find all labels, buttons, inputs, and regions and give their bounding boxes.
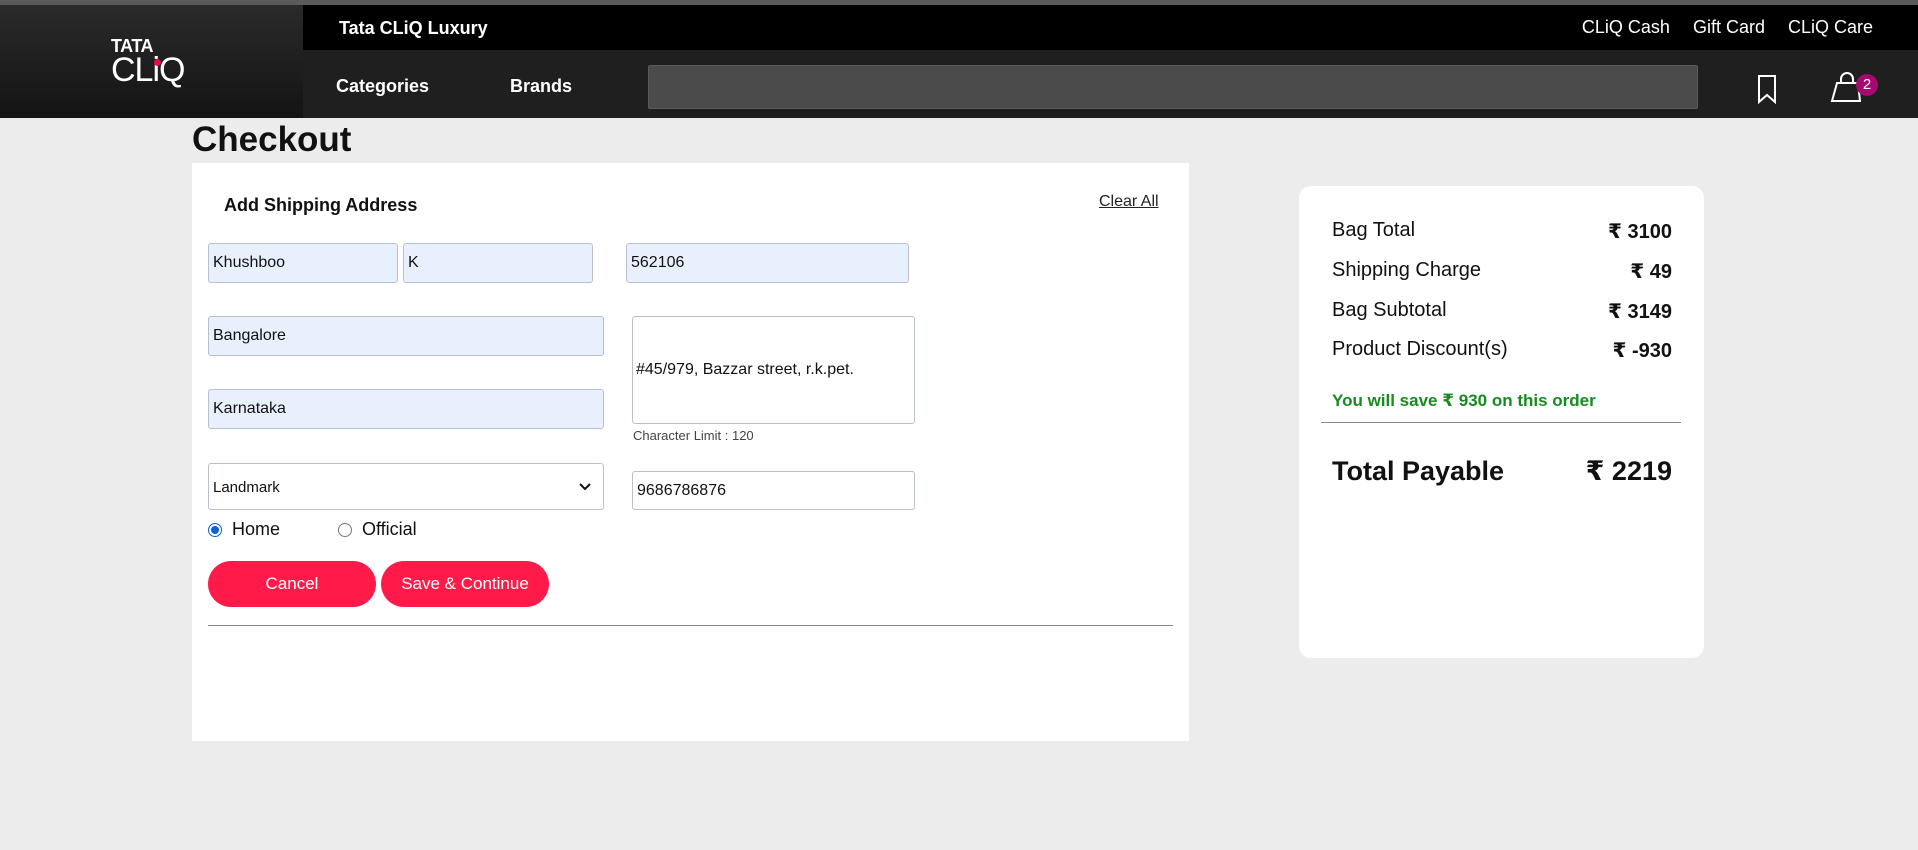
cancel-button[interactable]: Cancel [208, 561, 376, 607]
last-name-input[interactable] [403, 243, 593, 283]
address-type-official[interactable]: Official [338, 519, 417, 540]
summary-row-shipping: Shipping Charge ₹ 49 [1332, 259, 1672, 284]
home-label: Home [232, 519, 281, 539]
savings-message: You will save ₹ 930 on this order [1332, 391, 1596, 410]
total-payable-row: Total Payable ₹ 2219 [1332, 456, 1672, 487]
total-value: ₹ 2219 [1585, 456, 1672, 486]
gift-card-link[interactable]: Gift Card [1693, 17, 1765, 38]
form-heading: Add Shipping Address [224, 195, 418, 215]
order-summary: Bag Total ₹ 3100 Shipping Charge ₹ 49 Ba… [1299, 186, 1704, 658]
luxury-link[interactable]: Tata CLiQ Luxury [339, 18, 488, 39]
search-input[interactable] [648, 65, 1698, 109]
summary-divider [1321, 422, 1681, 423]
nav-bar: Categories Brands 2 [303, 50, 1918, 118]
page-title: Checkout [192, 120, 352, 159]
summary-value: ₹ -930 [1612, 340, 1672, 362]
state-input[interactable] [208, 389, 604, 429]
top-bar: Tata CLiQ Luxury CLiQ Cash Gift Card CLi… [303, 5, 1918, 50]
total-label: Total Payable [1332, 456, 1505, 486]
summary-value: ₹ 49 [1630, 261, 1672, 283]
bag-count-badge: 2 [1856, 74, 1878, 96]
site-header: TATA CLiQ Tata CLiQ Luxury CLiQ Cash Gif… [0, 0, 1918, 118]
tata-cliq-logo[interactable]: TATA CLiQ [111, 37, 185, 87]
logo-cliq-text: CLiQ [111, 51, 185, 89]
address-type-home[interactable]: Home [208, 519, 280, 540]
phone-input[interactable] [632, 471, 915, 510]
summary-value: ₹ 3149 [1608, 301, 1672, 323]
character-limit-text: Character Limit : 120 [633, 428, 754, 443]
city-input[interactable] [208, 316, 604, 356]
chevron-down-icon [579, 483, 591, 491]
landmark-selected-value: Landmark [213, 479, 280, 496]
logo-dot [154, 59, 161, 66]
cliq-cash-link[interactable]: CLiQ Cash [1582, 17, 1670, 38]
landmark-select[interactable]: Landmark [208, 463, 604, 510]
form-divider [208, 625, 1173, 626]
summary-row-subtotal: Bag Subtotal ₹ 3149 [1332, 299, 1672, 324]
shipping-address-form: Add Shipping Address Clear All #45/979, … [192, 163, 1189, 741]
summary-row-discount: Product Discount(s) ₹ -930 [1332, 338, 1672, 363]
official-label: Official [362, 519, 417, 539]
summary-label: Bag Total [1332, 219, 1416, 241]
summary-value: ₹ 3100 [1608, 221, 1672, 243]
bookmark-icon[interactable] [1755, 74, 1779, 104]
pincode-input[interactable] [626, 243, 909, 283]
summary-label: Bag Subtotal [1332, 299, 1447, 321]
cliq-care-link[interactable]: CLiQ Care [1788, 17, 1873, 38]
summary-row-bag-total: Bag Total ₹ 3100 [1332, 219, 1672, 244]
logo-bottom-text: CLiQ [111, 53, 185, 87]
summary-label: Product Discount(s) [1332, 338, 1508, 360]
nav-categories[interactable]: Categories [336, 76, 429, 97]
home-radio[interactable] [208, 522, 222, 537]
official-radio[interactable] [338, 522, 352, 537]
top-links: CLiQ Cash Gift Card CLiQ Care [1582, 17, 1873, 38]
summary-label: Shipping Charge [1332, 259, 1481, 281]
save-continue-button[interactable]: Save & Continue [381, 561, 549, 607]
address-textarea[interactable]: #45/979, Bazzar street, r.k.pet. [632, 316, 915, 424]
first-name-input[interactable] [208, 243, 398, 283]
nav-brands[interactable]: Brands [510, 76, 572, 97]
clear-all-link[interactable]: Clear All [1099, 193, 1159, 211]
logo-area: TATA CLiQ [0, 5, 303, 118]
